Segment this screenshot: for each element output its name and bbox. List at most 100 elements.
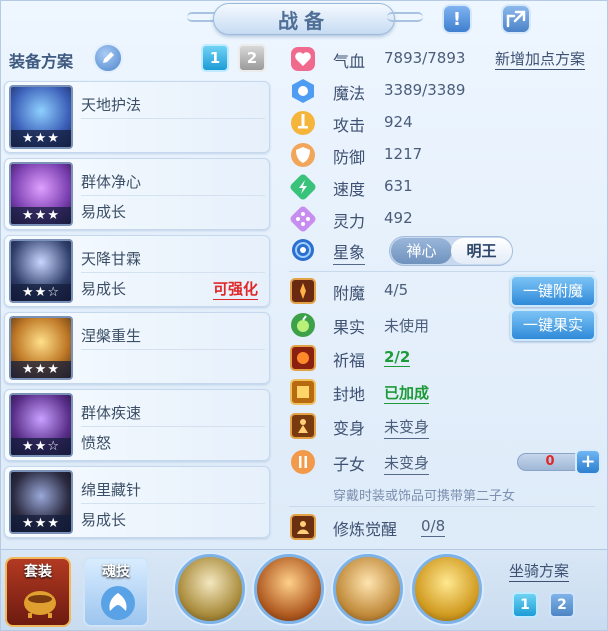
transform-row: 变身 未变身 [283, 412, 603, 440]
stat-label: 封地 [333, 385, 366, 404]
skill-stars: ★★☆ [11, 284, 71, 301]
enchant-value: 4/5 [384, 281, 409, 299]
stat-label: 附魔 [333, 284, 366, 303]
skill-name: 群体净心 [81, 173, 142, 191]
child-note: 穿戴时装或饰品可携带第二子女 [333, 489, 516, 504]
divider [289, 506, 595, 507]
stat-label: 修炼觉醒 [333, 520, 398, 539]
skill-icon: ★★★ [9, 316, 73, 380]
skill-trait: 愤怒 [81, 434, 112, 452]
divider [81, 195, 265, 196]
pet-slot-2[interactable] [254, 554, 324, 624]
star-option-mingwang[interactable]: 明王 [451, 238, 512, 264]
child-value[interactable]: 未变身 [384, 452, 430, 475]
skill-trait: 易成长 [81, 203, 127, 221]
bottom-bar: 套装 魂技 坐骑方案 1 2 [1, 549, 607, 630]
speed-icon [290, 174, 316, 200]
divider [81, 272, 265, 273]
skill-stars: ★★★ [11, 515, 71, 532]
skill-card[interactable]: ★★★ 绵里藏针 易成长 [4, 466, 270, 538]
pet-slot-3[interactable] [333, 554, 403, 624]
wing-icon [101, 586, 135, 620]
skill-icon: ★★★ [9, 162, 73, 226]
skill-card[interactable]: ★★★ 涅槃重生 [4, 312, 270, 384]
skill-card[interactable]: ★★☆ 天降甘霖 易成长 可强化 [4, 235, 270, 307]
star-phase-toggle[interactable]: 禅心 明王 [389, 236, 513, 266]
heart-icon [291, 47, 315, 71]
child-icon [291, 450, 315, 474]
divider [81, 118, 265, 119]
stat-label: 防御 [333, 148, 366, 167]
stat-defense: 防御 1217 [283, 141, 603, 169]
child-row: 子女 未变身 0 + [283, 448, 603, 476]
one-click-fruit-button[interactable]: 一键果实 [510, 309, 596, 341]
plan-tab-1[interactable]: 1 [201, 44, 229, 72]
stat-value: 3389/3389 [384, 81, 466, 99]
plan-label: 装备方案 [9, 52, 74, 71]
exclamation-icon[interactable]: ! [442, 4, 472, 34]
awaken-value[interactable]: 0/8 [421, 517, 446, 537]
upgradeable-link[interactable]: 可强化 [213, 278, 259, 300]
stat-label: 灵力 [333, 212, 366, 231]
skill-name: 天降甘霖 [81, 250, 142, 268]
enchant-row: 附魔 4/5 一键附魔 [283, 275, 603, 307]
mount-plan-tab-2[interactable]: 2 [549, 592, 575, 618]
mount-plan-tab-1[interactable]: 1 [512, 592, 538, 618]
plan-tab-2[interactable]: 2 [238, 44, 266, 72]
one-click-enchant-button[interactable]: 一键附魔 [510, 275, 596, 307]
pet-slot-1[interactable] [175, 554, 245, 624]
child-count-field[interactable]: 0 [517, 453, 583, 471]
fruit-row: 果实 未使用 一键果实 [283, 309, 603, 341]
suit-tab[interactable]: 套装 [5, 557, 71, 627]
cauldron-icon [24, 591, 56, 618]
mana-icon [292, 79, 314, 103]
fruit-icon [291, 313, 315, 337]
equipment-window: 战备 ! 装备方案 1 2 ★★★ 天地护法 ★★★ 群体净心 易成长 ★★☆ … [0, 0, 608, 631]
stat-speed: 速度 631 [283, 173, 603, 201]
transform-icon [290, 413, 316, 439]
star-phase-label[interactable]: 星象 [333, 239, 366, 265]
child-stepper[interactable]: 0 + [517, 449, 601, 475]
plus-icon[interactable]: + [575, 449, 601, 475]
stat-label: 攻击 [333, 116, 366, 135]
fruit-value: 未使用 [384, 317, 430, 335]
fief-icon [290, 379, 316, 405]
mount-plan-label[interactable]: 坐骑方案 [509, 560, 570, 582]
divider [289, 271, 595, 272]
star-option-chanxin[interactable]: 禅心 [391, 238, 452, 264]
add-points-plan-link[interactable]: 新增加点方案 [495, 48, 586, 70]
divider [81, 503, 265, 504]
suit-label: 套装 [24, 564, 52, 580]
skill-stars: ★★☆ [11, 438, 71, 455]
bless-value[interactable]: 2/2 [384, 348, 411, 367]
spirit-icon [290, 206, 316, 232]
skill-card[interactable]: ★★☆ 群体疾速 愤怒 [4, 389, 270, 461]
skill-plan-panel: 装备方案 1 2 ★★★ 天地护法 ★★★ 群体净心 易成长 ★★☆ 天降甘霖 … [1, 39, 277, 549]
skill-name: 涅槃重生 [81, 327, 142, 345]
soul-skill-tab[interactable]: 魂技 [83, 557, 149, 627]
stat-value: 924 [384, 113, 413, 131]
stat-label: 果实 [333, 318, 366, 337]
stat-label: 变身 [333, 419, 366, 438]
sword-icon [291, 111, 315, 135]
title-bar: 战备 ! [1, 1, 607, 37]
skill-stars: ★★★ [11, 207, 71, 224]
skill-card[interactable]: ★★★ 群体净心 易成长 [4, 158, 270, 230]
bless-icon [290, 345, 316, 371]
title-plate: 战备 [213, 3, 395, 35]
stat-value: 631 [384, 177, 413, 195]
pencil-icon[interactable] [93, 43, 123, 73]
window-title: 战备 [278, 8, 330, 33]
skill-trait: 易成长 [81, 280, 127, 298]
fief-value[interactable]: 已加成 [384, 382, 430, 404]
skill-card[interactable]: ★★★ 天地护法 [4, 81, 270, 153]
skill-name: 群体疾速 [81, 404, 142, 422]
stat-label: 魔法 [333, 84, 366, 103]
skill-name: 天地护法 [81, 96, 142, 114]
divider [81, 426, 265, 427]
pet-slot-4[interactable] [412, 554, 482, 624]
fief-row: 封地 已加成 [283, 378, 603, 406]
transform-value[interactable]: 未变身 [384, 416, 430, 439]
skill-icon: ★★★ [9, 470, 73, 534]
share-icon[interactable] [501, 4, 531, 34]
